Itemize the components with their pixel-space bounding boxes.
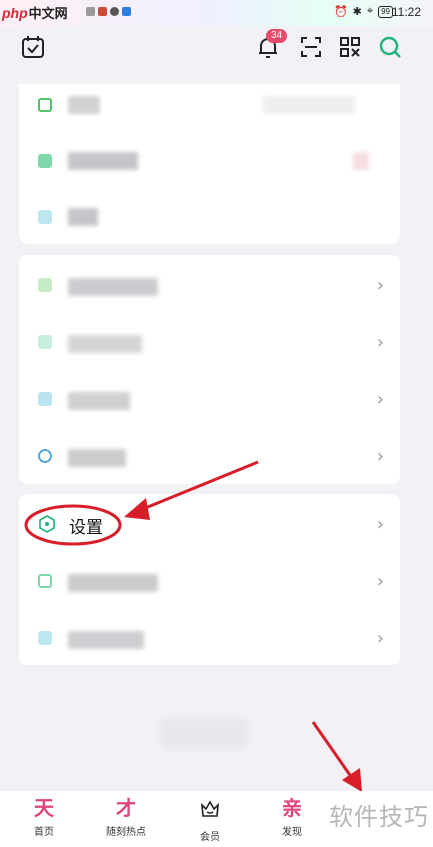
- site-logo: php中文网: [2, 3, 68, 22]
- clock: 11:22: [391, 5, 421, 19]
- discover-icon: 亲: [282, 798, 302, 820]
- home-icon: 天: [34, 798, 54, 820]
- menu-card-top: [19, 84, 400, 244]
- nav-label: 随刻热点: [106, 827, 146, 838]
- nav-hot[interactable]: 才 随刻热点: [96, 791, 156, 847]
- item-icon: [38, 631, 52, 645]
- list-item[interactable]: ›: [19, 610, 400, 666]
- chevron-right-icon: ›: [376, 389, 384, 410]
- chevron-right-icon: ›: [376, 514, 384, 535]
- search-icon[interactable]: [376, 33, 404, 61]
- top-bar: 34: [0, 26, 433, 68]
- nav-label: 发现: [282, 827, 302, 838]
- item-icon: [38, 210, 52, 224]
- list-item[interactable]: [19, 140, 400, 196]
- logo-cn: 中文网: [28, 6, 68, 21]
- pixelated-label: [68, 574, 158, 592]
- app-icon: [86, 7, 95, 16]
- item-icon: [38, 278, 52, 292]
- status-bar: php中文网 ⏰ ✱ ⌖ 99 11:22: [0, 0, 433, 26]
- list-item[interactable]: [19, 196, 400, 252]
- menu-card-middle: › › › ›: [19, 255, 400, 484]
- pixelated-label: [68, 96, 100, 114]
- menu-card-bottom: 设置 › › ›: [19, 494, 400, 665]
- nav-vip[interactable]: 会员: [180, 791, 240, 847]
- item-icon: [38, 574, 52, 588]
- item-icon: [38, 335, 52, 349]
- battery-icon: 99: [378, 5, 393, 18]
- settings-row[interactable]: 设置 ›: [19, 496, 400, 552]
- pixelated-label: [68, 392, 130, 410]
- nav-home[interactable]: 天 首页: [14, 791, 74, 847]
- chevron-right-icon: ›: [376, 571, 384, 592]
- settings-hexagon-icon: [38, 515, 56, 533]
- qr-code-icon[interactable]: [336, 33, 364, 61]
- alarm-icon: ⏰: [333, 6, 348, 18]
- logo-text: php: [2, 5, 28, 21]
- nav-label: 首页: [34, 827, 54, 838]
- system-icons: ⏰ ✱ ⌖ 99: [334, 5, 393, 18]
- app-icon: [110, 7, 119, 16]
- pixelated-label: [68, 278, 158, 296]
- list-item[interactable]: ›: [19, 257, 400, 313]
- settings-label: 设置: [69, 518, 103, 537]
- checkin-calendar-icon[interactable]: [19, 33, 47, 61]
- chevron-right-icon: ›: [376, 446, 384, 467]
- list-item[interactable]: ›: [19, 314, 400, 370]
- item-icon: [38, 449, 52, 463]
- item-icon: [38, 154, 52, 168]
- nav-label: 会员: [200, 832, 220, 843]
- notification-icons: [86, 7, 131, 16]
- pixelated-value: [353, 152, 369, 170]
- pixelated-value: [263, 96, 355, 114]
- pixelated-label: [68, 449, 126, 467]
- hot-icon: 才: [116, 798, 136, 820]
- chevron-right-icon: ›: [376, 332, 384, 353]
- app-icon: [122, 7, 131, 16]
- nav-discover[interactable]: 亲 发现: [262, 791, 322, 847]
- location-icon: ⌖: [366, 5, 374, 17]
- watermark: 软件技巧: [329, 804, 429, 831]
- bluetooth-icon: ✱: [352, 6, 362, 18]
- pixelated-label: [68, 631, 144, 649]
- pixelated-footer-content: [160, 718, 248, 748]
- list-item[interactable]: ›: [19, 371, 400, 427]
- list-item[interactable]: ›: [19, 428, 400, 484]
- arrow-line: [311, 721, 354, 779]
- list-item[interactable]: [19, 84, 400, 140]
- arrow-head: [342, 768, 362, 792]
- pixelated-label: [68, 152, 138, 170]
- notification-badge: 34: [266, 29, 288, 43]
- app-icon: [98, 7, 107, 16]
- chevron-right-icon: ›: [376, 275, 384, 296]
- scan-icon[interactable]: [297, 33, 325, 61]
- crown-icon: [180, 797, 240, 826]
- list-item[interactable]: ›: [19, 553, 400, 609]
- item-icon: [38, 392, 52, 406]
- chevron-right-icon: ›: [376, 628, 384, 649]
- pixelated-label: [68, 208, 98, 226]
- item-icon: [38, 98, 52, 112]
- pixelated-label: [68, 335, 142, 353]
